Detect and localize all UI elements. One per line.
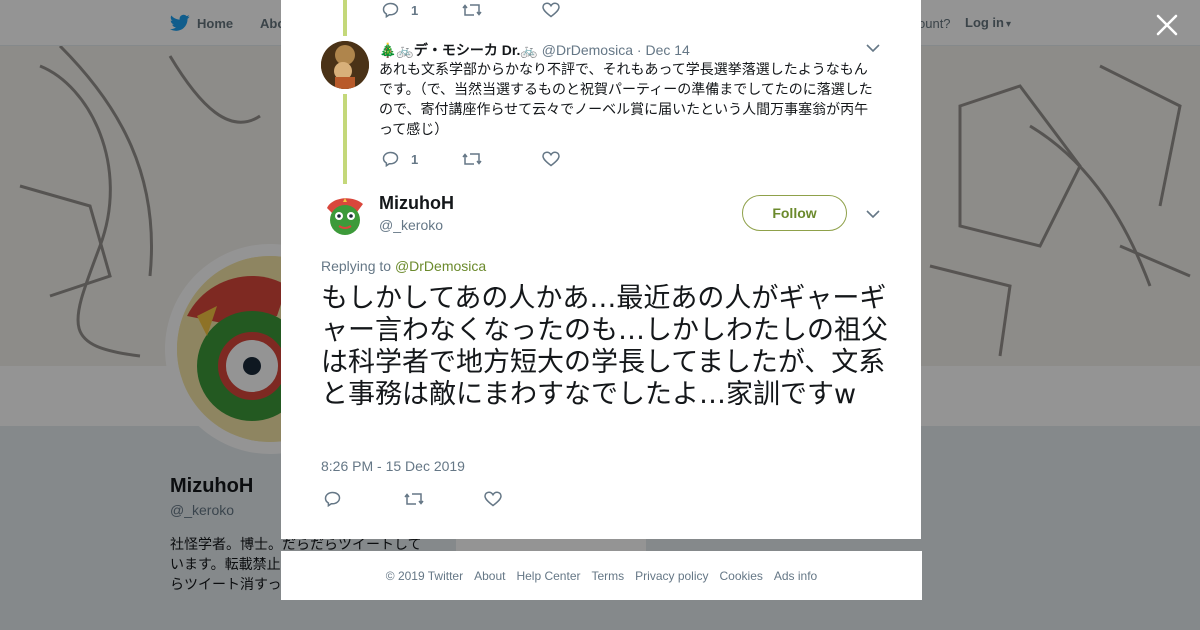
reply-tweet-header: 🎄🚲デ・モシーカ Dr.🚲 @DrDemosica · Dec 14 bbox=[379, 40, 690, 60]
footer-link-terms[interactable]: Terms bbox=[591, 569, 624, 583]
footer-link-ads-info[interactable]: Ads info bbox=[774, 569, 817, 583]
top-tweet-actions: 1 bbox=[382, 2, 560, 18]
retweet-action[interactable] bbox=[404, 491, 484, 507]
main-tweet-menu-chevron-icon[interactable] bbox=[866, 209, 880, 219]
reply-author-avatar-image bbox=[321, 41, 369, 89]
reply-icon bbox=[382, 151, 399, 167]
retweet-action[interactable] bbox=[462, 151, 542, 167]
reply-count: 1 bbox=[411, 2, 419, 18]
thread-line-top bbox=[343, 0, 347, 36]
heart-icon bbox=[484, 491, 502, 507]
replying-to-prefix: Replying to bbox=[321, 258, 392, 274]
replying-to-line: Replying to @DrDemosica bbox=[321, 258, 486, 274]
main-author-name[interactable]: MizuhoH bbox=[379, 193, 454, 214]
reply-action[interactable]: 1 bbox=[382, 2, 462, 18]
reply-count: 1 bbox=[411, 151, 419, 167]
modal-footer: © 2019 Twitter About Help Center Terms P… bbox=[281, 551, 922, 600]
like-action[interactable] bbox=[484, 491, 502, 507]
reply-tweet-text: あれも文系学部からかなり不評で、それもあって学長選挙落選したようなもんです。（で… bbox=[379, 61, 873, 137]
main-tweet-actions bbox=[324, 491, 502, 507]
tweet-permalink-modal: 1 🎄🚲デ・モシーカ Dr.🚲 @DrDemosica · Dec 14 あれも… bbox=[281, 0, 921, 539]
reply-author-name[interactable]: 🎄🚲デ・モシーカ Dr.🚲 bbox=[379, 42, 538, 58]
reply-author-handle[interactable]: @DrDemosica bbox=[542, 42, 633, 58]
retweet-icon bbox=[462, 4, 482, 16]
like-action[interactable] bbox=[542, 2, 560, 18]
thread-line-middle bbox=[343, 94, 347, 184]
separator-dot: · bbox=[636, 42, 642, 58]
frog-avatar-icon bbox=[321, 192, 369, 240]
main-author-handle[interactable]: @_keroko bbox=[379, 217, 443, 233]
reply-tweet-menu-chevron-icon[interactable] bbox=[866, 43, 880, 53]
reply-tweet-actions: 1 bbox=[382, 151, 560, 167]
close-icon[interactable] bbox=[1154, 12, 1180, 38]
main-tweet-timestamp[interactable]: 8:26 PM - 15 Dec 2019 bbox=[321, 458, 465, 474]
retweet-icon bbox=[404, 493, 424, 505]
main-author-avatar[interactable] bbox=[321, 192, 369, 240]
reply-action[interactable]: 1 bbox=[382, 151, 462, 167]
footer-link-about[interactable]: About bbox=[474, 569, 505, 583]
heart-icon bbox=[542, 151, 560, 167]
retweet-action[interactable] bbox=[462, 2, 542, 18]
reply-icon bbox=[324, 491, 341, 507]
retweet-icon bbox=[462, 153, 482, 165]
follow-button[interactable]: Follow bbox=[742, 195, 847, 231]
heart-icon bbox=[542, 2, 560, 18]
footer-link-cookies[interactable]: Cookies bbox=[720, 569, 763, 583]
footer-link-help-center[interactable]: Help Center bbox=[516, 569, 580, 583]
reply-tweet-date[interactable]: Dec 14 bbox=[645, 42, 689, 58]
reply-icon bbox=[382, 2, 399, 18]
footer-link-privacy-policy[interactable]: Privacy policy bbox=[635, 569, 708, 583]
footer-copyright: © 2019 Twitter bbox=[385, 568, 464, 583]
reply-action[interactable] bbox=[324, 491, 404, 507]
main-tweet-text: もしかしてあの人かあ…最近あの人がギャーギャー言わなくなったのも…しかしわたしの… bbox=[321, 283, 888, 410]
replying-to-mention-link[interactable]: @DrDemosica bbox=[395, 258, 486, 274]
reply-author-avatar[interactable] bbox=[321, 41, 369, 89]
like-action[interactable] bbox=[542, 151, 560, 167]
